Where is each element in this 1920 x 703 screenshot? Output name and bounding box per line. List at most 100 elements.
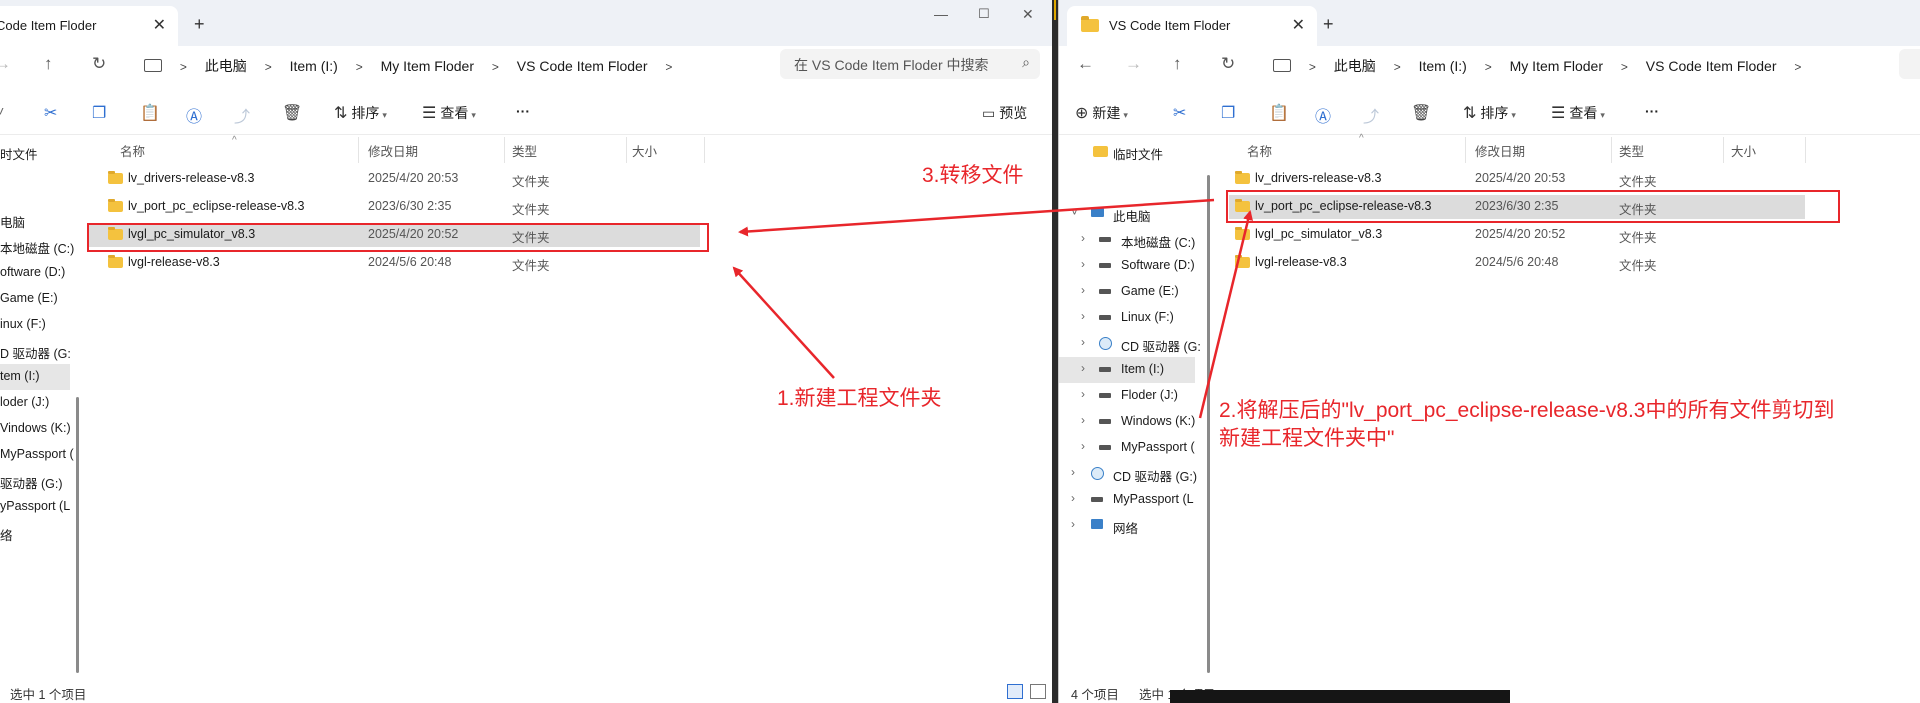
table-row[interactable]: lv_port_pc_eclipse-release-v8.3 2023/6/3…	[86, 195, 706, 219]
table-row[interactable]: lv_drivers-release-v8.3 2025/4/20 20:53 …	[1215, 167, 1809, 191]
share-button[interactable]: ⤴	[1363, 103, 1383, 127]
chevron-right-icon[interactable]: ›	[1081, 387, 1085, 401]
sidebar-item-this-pc[interactable]: ˅ 此电脑	[1059, 201, 1199, 227]
sidebar-item-cd-drive[interactable]: › CD 驱动器 (G:	[1059, 331, 1201, 357]
chevron-right-icon[interactable]: >	[356, 60, 363, 74]
chevron-right-icon[interactable]: ›	[1071, 517, 1075, 531]
up-icon[interactable]: ↑	[44, 54, 53, 74]
share-button[interactable]: ⤴	[234, 103, 254, 127]
breadcrumb-my-item-floder[interactable]: My Item Floder	[1510, 58, 1603, 74]
chevron-right-icon[interactable]: >	[1621, 60, 1628, 74]
new-tab-button[interactable]: +	[1323, 14, 1334, 35]
chevron-right-icon[interactable]: ›	[1081, 283, 1085, 297]
column-divider[interactable]	[1611, 137, 1612, 163]
chevron-right-icon[interactable]: ›	[1081, 413, 1085, 427]
breadcrumb-item-drive[interactable]: Item (I:)	[1419, 58, 1467, 74]
chevron-right-icon[interactable]: ›	[1071, 491, 1075, 505]
chevron-down-icon[interactable]: ˅	[1071, 205, 1078, 219]
breadcrumb-this-pc[interactable]: 此电脑	[1334, 56, 1376, 76]
search-input[interactable]: 在 VS Code Item Floder 中搜索 ⌕	[780, 49, 1040, 79]
chevron-right-icon[interactable]: >	[180, 60, 187, 74]
column-divider[interactable]	[358, 137, 359, 163]
breadcrumb-vs-code-item-floder[interactable]: VS Code Item Floder	[517, 58, 648, 74]
maximize-icon[interactable]: ☐	[978, 6, 990, 22]
breadcrumb-this-pc[interactable]: 此电脑	[205, 56, 247, 76]
column-header-type[interactable]: 类型	[512, 141, 537, 160]
left-tab[interactable]: Code Item Floder ✕	[0, 6, 178, 46]
sidebar-item-drive-k[interactable]: › Windows (K:)	[1059, 409, 1199, 435]
chevron-right-icon[interactable]: >	[665, 60, 672, 74]
chevron-right-icon[interactable]: ›	[1071, 465, 1075, 479]
minimize-icon[interactable]: —	[934, 6, 948, 22]
rename-button[interactable]: Ⓐ	[1315, 103, 1335, 127]
column-header-type[interactable]: 类型	[1619, 141, 1644, 160]
column-divider[interactable]	[1805, 137, 1806, 163]
computer-icon[interactable]	[1273, 59, 1291, 72]
chevron-right-icon[interactable]: >	[1485, 60, 1492, 74]
close-icon[interactable]: ✕	[1292, 15, 1305, 35]
sidebar-scrollbar[interactable]	[76, 397, 79, 673]
right-tab[interactable]: VS Code Item Floder ✕	[1067, 6, 1317, 46]
more-options-button[interactable]: ···	[516, 103, 530, 119]
sidebar-item-drive-k[interactable]: Vindows (K:)	[0, 416, 72, 442]
sidebar-item-network[interactable]: 络	[0, 520, 72, 546]
column-header-name[interactable]: 名称	[120, 141, 145, 160]
sidebar-item-this-pc[interactable]: 电脑	[0, 207, 72, 233]
sidebar-item-drive-c[interactable]: › 本地磁盘 (C:)	[1059, 227, 1199, 253]
forward-icon[interactable]: →	[1125, 54, 1142, 74]
forward-icon[interactable]: →	[0, 54, 11, 74]
view-button[interactable]: ☰ 查看 ▾	[422, 103, 476, 123]
more-options-button[interactable]: ···	[1645, 103, 1659, 119]
sidebar-item-drive-j[interactable]: loder (J:)	[0, 390, 72, 416]
sidebar-item-cd-drive-2[interactable]: › CD 驱动器 (G:)	[1059, 461, 1199, 487]
cut-button[interactable]: ✂	[1173, 103, 1190, 123]
refresh-icon[interactable]: ↻	[92, 54, 106, 74]
paste-button[interactable]: 📋	[1269, 103, 1293, 123]
window-close-icon[interactable]: ✕	[1022, 6, 1034, 23]
close-icon[interactable]: ✕	[153, 15, 166, 35]
new-button[interactable]: ⊕ 新建 ▾	[1075, 103, 1128, 123]
cut-button[interactable]: ✂	[44, 103, 61, 123]
breadcrumb-vs-code-item-floder[interactable]: VS Code Item Floder	[1646, 58, 1777, 74]
chevron-right-icon[interactable]: ›	[1081, 439, 1085, 453]
chevron-right-icon[interactable]: >	[265, 60, 272, 74]
sidebar-item-drive-i[interactable]: › Item (I:)	[1059, 357, 1195, 383]
column-header-date[interactable]: 修改日期	[1475, 141, 1525, 160]
chevron-right-icon[interactable]: >	[1794, 60, 1801, 74]
sidebar-item-drive-d[interactable]: oftware (D:)	[0, 260, 72, 286]
preview-button[interactable]: ▭ 预览	[982, 103, 1027, 123]
column-divider[interactable]	[504, 137, 505, 163]
chevron-right-icon[interactable]: ›	[1081, 231, 1085, 245]
tiles-view-icon[interactable]	[1030, 684, 1046, 699]
chevron-right-icon[interactable]: ›	[1081, 361, 1085, 375]
column-header-date[interactable]: 修改日期	[368, 141, 418, 160]
new-tab-button[interactable]: +	[194, 14, 205, 35]
breadcrumb-item-drive[interactable]: Item (I:)	[290, 58, 338, 74]
sidebar-item-cd-drive-2[interactable]: 驱动器 (G:)	[0, 468, 72, 494]
delete-button[interactable]: 🗑	[1411, 103, 1435, 123]
sidebar-scrollbar[interactable]	[1207, 175, 1210, 673]
column-header-size[interactable]: 大小	[1731, 141, 1756, 160]
sidebar-item-drive-f[interactable]: inux (F:)	[0, 312, 72, 338]
rename-button[interactable]: Ⓐ	[186, 103, 206, 127]
sidebar-item-mypassport[interactable]: › MyPassport (	[1059, 435, 1199, 461]
sidebar-item-temp-files[interactable]: 临时文件	[1059, 139, 1199, 165]
sidebar-item-drive-d[interactable]: › Software (D:)	[1059, 253, 1199, 279]
column-divider[interactable]	[704, 137, 705, 163]
column-header-name[interactable]: 名称	[1247, 141, 1272, 160]
column-divider[interactable]	[626, 137, 627, 163]
chevron-down-icon[interactable]: ˅	[0, 103, 4, 119]
breadcrumb-my-item-floder[interactable]: My Item Floder	[381, 58, 474, 74]
sidebar-item-drive-j[interactable]: › Floder (J:)	[1059, 383, 1199, 409]
sidebar-item-drive-e[interactable]: › Game (E:)	[1059, 279, 1199, 305]
sort-button[interactable]: ⇅ 排序 ▾	[334, 103, 387, 123]
sidebar-item-mypassport-l[interactable]: › MyPassport (L	[1059, 487, 1199, 513]
chevron-right-icon[interactable]: >	[1309, 60, 1316, 74]
column-header-size[interactable]: 大小	[632, 141, 657, 160]
delete-button[interactable]: 🗑	[282, 103, 306, 123]
table-row[interactable]: lvgl-release-v8.3 2024/5/6 20:48 文件夹	[86, 251, 706, 275]
sidebar-item-drive-e[interactable]: Game (E:)	[0, 286, 72, 312]
search-input[interactable]	[1899, 49, 1920, 79]
up-icon[interactable]: ↑	[1173, 54, 1182, 74]
copy-button[interactable]: ❐	[92, 103, 110, 123]
